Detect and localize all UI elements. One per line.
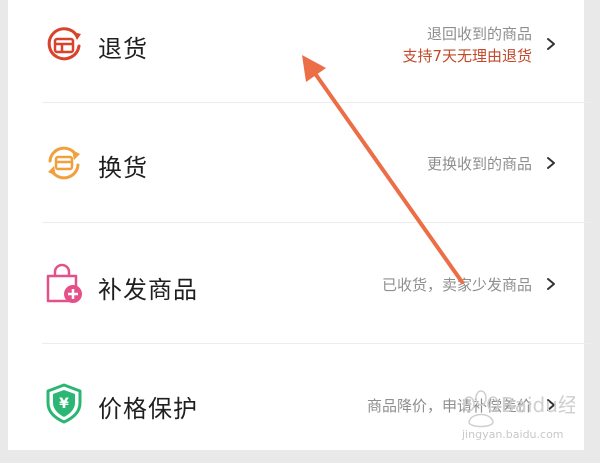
return-goods-icon [47, 27, 81, 61]
watermark-brand: Baidu经验 [501, 393, 575, 417]
menu-item-description: 退回收到的商品 [426, 25, 532, 43]
menu-item-description: 更换收到的商品 [426, 155, 532, 173]
menu-item-return[interactable]: 退货 退回收到的商品 支持7天无理由退货 [8, 0, 584, 102]
menu-item-promo: 支持7天无理由退货 [402, 47, 532, 65]
menu-item-title: 退货 [98, 35, 148, 63]
menu-item-title: 补发商品 [98, 276, 198, 304]
menu-item-title: 换货 [98, 154, 148, 182]
menu-item-description: 已收货，卖家少发商品 [381, 276, 532, 294]
menu-item-resend[interactable]: 补发商品 已收货，卖家少发商品 [8, 223, 584, 343]
chevron-right-icon [547, 38, 555, 50]
chevron-right-icon [547, 157, 555, 169]
menu-item-title: 价格保护 [98, 395, 198, 423]
chevron-right-icon [547, 278, 555, 290]
price-protect-shield-icon: ¥ [46, 383, 82, 424]
watermark-url: jingyan.baidu.com [462, 428, 564, 441]
exchange-goods-icon [48, 146, 80, 180]
menu-item-exchange[interactable]: 换货 更换收到的商品 [8, 103, 584, 223]
svg-text:¥: ¥ [59, 396, 69, 412]
resend-bag-icon [46, 263, 82, 303]
